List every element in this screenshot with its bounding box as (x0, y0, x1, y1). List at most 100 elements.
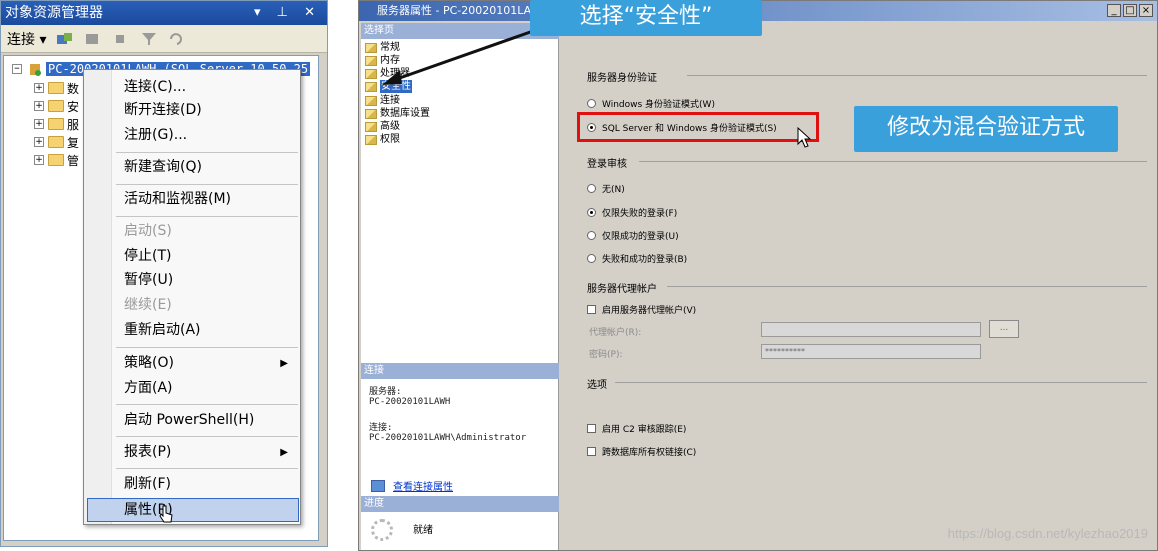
object-explorer-title-bar: 对象资源管理器 ▾ ⊥ ✕ (1, 1, 327, 25)
checkbox-icon[interactable] (587, 424, 596, 433)
page-icon (365, 95, 377, 106)
menu-item-policies[interactable]: 策略(O) (124, 352, 174, 374)
menu-gutter (84, 70, 112, 524)
password-label: 密码(P): (589, 350, 623, 360)
auth-group-label: 服务器身份验证 (587, 73, 657, 84)
password-field[interactable]: ********** (761, 344, 981, 359)
audit-failed-radio[interactable]: 仅限失败的登录(F) (587, 206, 677, 219)
view-connection-properties-link[interactable]: 查看连接属性 (371, 478, 453, 493)
progress-header: 进度 (361, 496, 559, 512)
browse-button[interactable]: ... (989, 320, 1019, 338)
tree-node-replication[interactable]: + 复 (34, 134, 79, 150)
radio-selected-icon[interactable] (587, 208, 596, 217)
cross-db-chaining-checkbox[interactable]: 跨数据库所有权链接(C) (587, 445, 696, 458)
expand-icon[interactable]: + (34, 137, 44, 147)
connection-header: 连接 (361, 363, 559, 379)
maximize-button[interactable]: □ (1123, 4, 1137, 17)
login-audit-group-label: 登录审核 (587, 159, 627, 170)
arrow-cursor-icon (797, 127, 812, 148)
disconnect-icon[interactable] (84, 31, 102, 47)
mixed-auth-callout: 修改为混合验证方式 (854, 106, 1118, 152)
menu-item-activity-monitor[interactable]: 活动和监视器(M) (124, 188, 231, 210)
menu-item-stop[interactable]: 停止(T) (124, 245, 171, 267)
menu-separator (116, 347, 298, 348)
menu-item-reports[interactable]: 报表(P) (124, 441, 171, 463)
progress-status: 就绪 (413, 525, 433, 536)
proxy-enable-checkbox[interactable]: 启用服务器代理帐户(V) (587, 303, 696, 316)
callout-arrow-icon (382, 28, 537, 85)
security-page-content: 服务器身份验证 Windows 身份验证模式(W) SQL Server 和 W… (563, 23, 1157, 550)
page-permissions[interactable]: 权限 (365, 133, 400, 146)
proxy-account-label: 代理帐户(R): (589, 328, 642, 338)
group-divider (615, 382, 1147, 383)
radio-icon[interactable] (587, 254, 596, 263)
connect-dropdown[interactable]: 连接 ▾ (7, 29, 46, 49)
menu-separator (116, 152, 298, 153)
page-icon (365, 134, 377, 145)
connect-icon[interactable] (56, 31, 74, 47)
audit-success-radio[interactable]: 仅限成功的登录(U) (587, 229, 679, 242)
menu-separator (116, 468, 298, 469)
expand-icon[interactable]: + (34, 155, 44, 165)
menu-item-start: 启动(S) (124, 223, 172, 239)
hand-cursor-icon (159, 505, 173, 523)
server-value: PC-20020101LAWH (369, 397, 451, 407)
checkbox-icon[interactable] (587, 447, 596, 456)
panel-controls[interactable]: ▾ ⊥ ✕ (254, 1, 321, 25)
menu-separator (116, 404, 298, 405)
menu-separator (116, 216, 298, 217)
menu-item-refresh[interactable]: 刷新(F) (124, 473, 171, 495)
audit-both-radio[interactable]: 失败和成功的登录(B) (587, 252, 687, 265)
select-security-callout: 选择“安全性” (530, 0, 762, 36)
folder-icon (48, 100, 64, 112)
menu-item-new-query[interactable]: 新建查询(Q) (124, 156, 202, 178)
properties-icon (371, 479, 385, 492)
audit-none-radio[interactable]: 无(N) (587, 182, 625, 195)
close-button[interactable]: × (1139, 4, 1153, 17)
stop-icon[interactable] (112, 31, 130, 47)
menu-item-disconnect[interactable]: 断开连接(D) (124, 99, 202, 121)
folder-icon (48, 154, 64, 166)
tree-node-security[interactable]: + 安 (34, 98, 79, 114)
submenu-arrow-icon: ▶ (280, 358, 288, 369)
menu-separator (116, 436, 298, 437)
expand-icon[interactable]: + (34, 83, 44, 93)
radio-icon[interactable] (587, 231, 596, 240)
group-divider (687, 75, 1147, 76)
expand-icon[interactable]: + (34, 101, 44, 111)
object-explorer-panel: 对象资源管理器 ▾ ⊥ ✕ 连接 ▾ − PC-20020101LAWH (SQ… (0, 0, 328, 547)
group-divider (667, 286, 1147, 287)
menu-separator (116, 184, 298, 185)
collapse-icon[interactable]: − (12, 64, 22, 74)
menu-item-restart[interactable]: 重新启动(A) (124, 319, 201, 341)
menu-item-pause[interactable]: 暂停(U) (124, 269, 173, 291)
window-controls: _ □ × (1107, 4, 1153, 17)
tree-node-databases[interactable]: + 数 (34, 80, 79, 96)
menu-item-powershell[interactable]: 启动 PowerShell(H) (124, 409, 254, 431)
menu-item-facets[interactable]: 方面(A) (124, 377, 173, 399)
minimize-button[interactable]: _ (1107, 4, 1121, 17)
auth-windows-radio[interactable]: Windows 身份验证模式(W) (587, 97, 715, 110)
radio-icon[interactable] (587, 184, 596, 193)
proxy-group-label: 服务器代理帐户 (587, 284, 657, 295)
connection-value: PC-20020101LAWH\Administrator (369, 433, 527, 443)
watermark: https://blog.csdn.net/kylezhao2019 (947, 526, 1148, 541)
page-database-settings[interactable]: 数据库设置 (365, 107, 430, 120)
checkbox-icon[interactable] (587, 305, 596, 314)
page-advanced[interactable]: 高级 (365, 120, 400, 133)
mixed-auth-highlight-box (577, 112, 819, 142)
radio-icon[interactable] (587, 99, 596, 108)
c2-audit-checkbox[interactable]: 启用 C2 审核跟踪(E) (587, 422, 686, 435)
proxy-account-field[interactable] (761, 322, 981, 337)
page-connections[interactable]: 连接 (365, 94, 400, 107)
menu-highlight (87, 498, 299, 522)
filter-icon[interactable] (140, 31, 158, 47)
folder-icon (48, 82, 64, 94)
expand-icon[interactable]: + (34, 119, 44, 129)
page-icon (365, 121, 377, 132)
tree-node-server-objects[interactable]: + 服 (34, 116, 79, 132)
menu-item-register[interactable]: 注册(G)... (124, 124, 187, 146)
refresh-icon[interactable] (168, 31, 186, 47)
menu-item-connect[interactable]: 连接(C)... (124, 76, 186, 98)
tree-node-management[interactable]: + 管 (34, 152, 79, 168)
